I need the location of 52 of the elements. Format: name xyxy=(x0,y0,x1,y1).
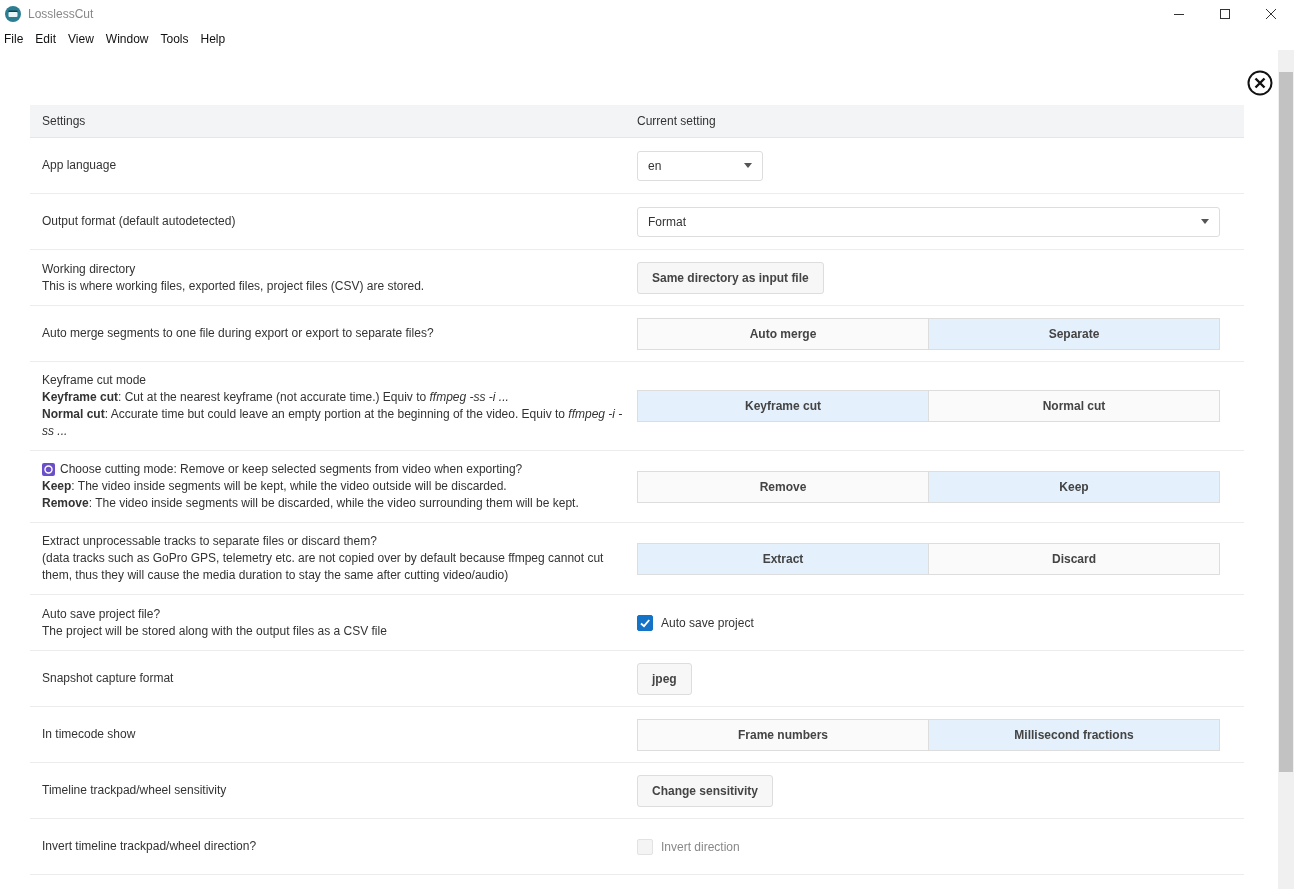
setting-description: Choose cutting mode: Remove or keep selected segments from video when exporting? xyxy=(60,461,523,478)
segment-button[interactable]: Keep xyxy=(929,470,1220,503)
segment-button[interactable]: Extract xyxy=(637,542,929,575)
setting-description: Keyframe cut mode xyxy=(42,372,147,389)
segment-button[interactable]: Discard xyxy=(929,542,1220,575)
setting-description: App language xyxy=(42,157,117,174)
setting-description: Timeline trackpad/wheel sensitivity xyxy=(42,782,227,799)
setting-description: Keep: The video inside segments will be kept, while the video outside will be discarded. xyxy=(42,478,507,495)
setting-description: Auto merge segments to one file during export or export to separate files? xyxy=(42,325,434,342)
menu-item[interactable]: View xyxy=(68,32,94,46)
app-logo-icon xyxy=(5,6,21,22)
setting-description: This is where working files, exported files, project files (CSV) are stored. xyxy=(42,277,425,295)
setting-button[interactable]: Change sensitivity xyxy=(637,774,774,807)
scrollbar-thumb[interactable] xyxy=(1279,72,1293,772)
segment-button[interactable]: Normal cut xyxy=(929,390,1220,422)
close-icon[interactable] xyxy=(1247,70,1273,96)
setting-button[interactable]: jpeg xyxy=(637,662,692,695)
column-header: Settings xyxy=(41,114,87,128)
setting-description: Invert timeline trackpad/wheel direction? xyxy=(42,838,257,855)
window-title: LosslessCut xyxy=(28,7,94,21)
setting-description: Normal cut: Accurate time but could leave an empty portion at the beginning of the video. Equiv to ffmpeg -i -ss ... xyxy=(42,406,624,440)
setting-description: Remove: The video inside segments will be discarded, while the video surrounding them will be kept. xyxy=(42,495,579,512)
menu-item[interactable]: File xyxy=(4,32,24,46)
caret-icon xyxy=(744,163,752,168)
setting-description: Working directory xyxy=(42,260,136,278)
setting-button[interactable]: Same directory as input file xyxy=(637,261,824,294)
checkbox-label[interactable]: Auto save project xyxy=(661,615,754,630)
segment-button[interactable]: Remove xyxy=(637,470,929,503)
caret-icon xyxy=(1201,219,1209,224)
setting-description: Keyframe cut: Cut at the nearest keyframe (not accurate time.) Equiv to ffmpeg -ss -i ... xyxy=(42,389,509,406)
setting-description: (data tracks such as GoPro GPS, telemetry etc. are not copied over by default because ffmpeg cannot cut them, thus they will cause the media duration to stay the same after cutting video/audio) xyxy=(42,550,605,584)
segment-button[interactable]: Separate xyxy=(929,317,1220,350)
segment-button[interactable]: Millisecond fractions xyxy=(929,718,1220,751)
dropdown[interactable]: Format xyxy=(637,206,1220,237)
checkbox[interactable] xyxy=(637,614,653,631)
column-header: Current setting xyxy=(636,114,717,128)
setting-description: The project will be stored along with the output files as a CSV file xyxy=(42,622,387,640)
segment-button[interactable]: Keyframe cut xyxy=(637,390,929,422)
setting-description: Auto save project file? xyxy=(42,605,161,623)
segment-button[interactable]: Auto merge xyxy=(637,317,929,350)
setting-description: Snapshot capture format xyxy=(42,670,174,687)
setting-description: Output format (default autodetected) xyxy=(42,213,236,230)
menu-item[interactable]: Help xyxy=(200,32,226,46)
setting-description: Extract unprocessable tracks to separate files or discard them? xyxy=(42,533,377,550)
segment-button[interactable]: Frame numbers xyxy=(637,718,929,751)
dropdown[interactable]: en xyxy=(637,150,763,181)
close-icon xyxy=(1266,9,1276,19)
maximize-icon xyxy=(1220,9,1230,19)
menu-item[interactable]: Window xyxy=(105,32,149,46)
menu-item[interactable]: Edit xyxy=(35,32,57,46)
setting-description: In timecode show xyxy=(42,726,136,743)
menu-item[interactable]: Tools xyxy=(160,32,189,46)
